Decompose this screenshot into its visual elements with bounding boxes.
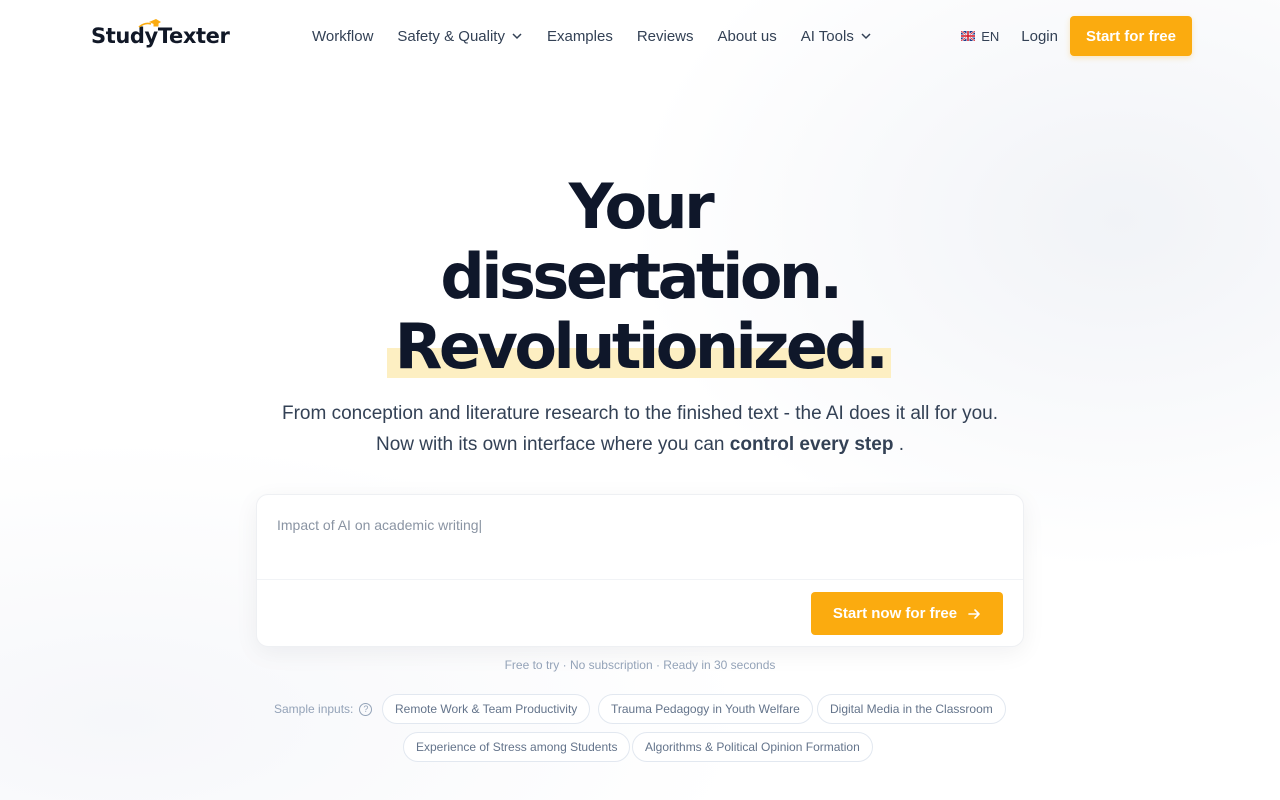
- language-selector[interactable]: EN: [961, 29, 999, 44]
- sample-chip-stress-students[interactable]: Experience of Stress among Students: [403, 732, 631, 762]
- start-now-label: Start now for free: [832, 605, 958, 622]
- nav-link-label: About us: [717, 27, 777, 45]
- nav-link-label: AI Tools: [800, 27, 854, 45]
- hero-headline: Your dissertation. Revolutionized.: [0, 172, 1280, 382]
- nav-link-examples[interactable]: Examples: [547, 28, 613, 45]
- brand-logo[interactable]: StudyTexter: [91, 19, 230, 52]
- subtitle-emphasis: control every step: [729, 434, 894, 455]
- trial-tagline: Free to try · No subscription · Ready in…: [504, 658, 776, 672]
- nav-link-workflow[interactable]: Workflow: [312, 28, 373, 45]
- top-navbar: StudyTexter Workflow Safety & Quality Ex…: [0, 0, 1280, 72]
- start-now-button[interactable]: Start now for free: [811, 592, 1003, 635]
- sample-chip-digital-media[interactable]: Digital Media in the Classroom: [817, 694, 1006, 724]
- hero-subtitle: From conception and literature research …: [0, 398, 1280, 460]
- nav-link-label: Safety & Quality: [397, 27, 505, 45]
- language-code: EN: [981, 28, 1000, 44]
- hero-line-3-wrap: Revolutionized.: [0, 312, 1280, 382]
- arrow-right-icon: [968, 608, 980, 619]
- sample-inputs-text: Sample inputs:: [274, 702, 354, 716]
- subtitle-line-1: From conception and literature research …: [281, 403, 999, 424]
- sample-inputs-label: Sample inputs: ?: [274, 702, 373, 716]
- nav-link-label: Examples: [546, 27, 613, 45]
- hero-line-2: dissertation.: [440, 240, 843, 313]
- topic-input-card: Start now for free: [256, 494, 1024, 647]
- help-circle-icon[interactable]: ?: [359, 702, 373, 716]
- chevron-down-icon: [512, 33, 522, 40]
- hero-line-1: Your: [568, 170, 715, 243]
- nav-link-label: Reviews: [636, 27, 694, 45]
- sample-chip-trauma-pedagogy[interactable]: Trauma Pedagogy in Youth Welfare: [598, 694, 813, 724]
- login-link[interactable]: Login: [1021, 28, 1058, 45]
- main-navigation: Workflow Safety & Quality Examples Revie…: [312, 0, 896, 72]
- hero-line-3: Revolutionized.: [394, 310, 889, 383]
- sample-chip-remote-work[interactable]: Remote Work & Team Productivity: [382, 694, 591, 724]
- nav-link-label: Workflow: [312, 27, 374, 45]
- nav-actions: EN Login Start for free: [961, 16, 1192, 56]
- nav-link-ai-tools[interactable]: AI Tools: [801, 28, 872, 45]
- uk-flag-icon: [961, 31, 976, 41]
- start-for-free-button[interactable]: Start for free: [1069, 16, 1192, 56]
- hero-highlight: Revolutionized.: [386, 310, 892, 383]
- subtitle-line-2-suffix: .: [898, 434, 904, 455]
- card-divider: [257, 579, 1023, 580]
- nav-link-about-us[interactable]: About us: [718, 28, 777, 45]
- nav-link-safety-quality[interactable]: Safety & Quality: [397, 28, 523, 45]
- nav-link-reviews[interactable]: Reviews: [637, 28, 694, 45]
- subtitle-line-2-prefix: Now with its own interface where you can: [375, 434, 725, 455]
- topic-input[interactable]: [277, 517, 997, 533]
- chevron-down-icon: [861, 33, 871, 40]
- sample-chip-algorithms[interactable]: Algorithms & Political Opinion Formation: [632, 732, 873, 762]
- graduation-cap-icon: [138, 19, 161, 28]
